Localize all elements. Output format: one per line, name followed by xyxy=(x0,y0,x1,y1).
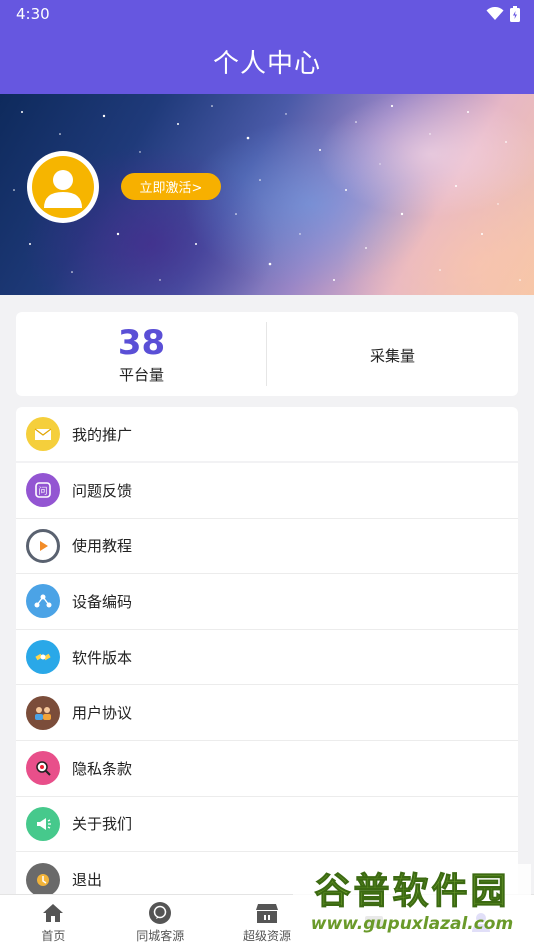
megaphone-icon xyxy=(26,806,60,841)
wifi-icon xyxy=(486,7,504,20)
menu-item-user-agreement[interactable]: 用户协议 xyxy=(16,685,518,741)
default-avatar-icon xyxy=(32,156,94,218)
header: 个人中心 xyxy=(0,28,534,94)
network-icon xyxy=(26,584,60,619)
menu-label: 问题反馈 xyxy=(72,481,133,500)
menu-item-privacy[interactable]: 隐私条款 xyxy=(16,741,518,797)
play-circle-icon xyxy=(26,528,60,563)
menu-item-tutorial[interactable]: 使用教程 xyxy=(16,519,518,575)
menu-item-promotion[interactable]: 我的推广 xyxy=(16,407,518,461)
watermark-title: 谷普软件园 xyxy=(314,871,510,913)
exit-icon xyxy=(26,862,60,897)
tab-home[interactable]: 首页 xyxy=(0,895,107,950)
menu-item-feedback[interactable]: 问 问题反馈 xyxy=(16,463,518,519)
profile-banner: 立即激活> xyxy=(0,94,534,295)
watermark-url: www.gupuxlazal.com xyxy=(310,914,514,934)
users-icon xyxy=(26,695,60,730)
magnifier-icon xyxy=(26,751,60,786)
stat-collect-label: 采集量 xyxy=(369,346,415,365)
question-icon: 问 xyxy=(26,473,60,508)
tab-label: 同城客源 xyxy=(136,929,185,943)
menu-label: 隐私条款 xyxy=(72,759,133,778)
stat-platform[interactable]: 38 平台量 xyxy=(16,312,267,396)
menu-label: 关于我们 xyxy=(72,815,133,834)
battery-icon xyxy=(510,6,520,22)
menu-label: 设备编码 xyxy=(72,592,133,611)
tab-local-clients[interactable]: 同城客源 xyxy=(107,895,214,950)
satellite-icon xyxy=(26,640,60,675)
svg-text:问: 问 xyxy=(38,485,47,497)
mail-box-icon xyxy=(26,417,60,451)
menu-item-version[interactable]: 软件版本 xyxy=(16,630,518,686)
tab-label: 首页 xyxy=(41,929,66,943)
store-icon xyxy=(255,901,279,925)
menu-label: 用户协议 xyxy=(72,704,133,723)
stats-card: 38 平台量 采集量 xyxy=(16,312,518,396)
tab-label: 超级资源 xyxy=(242,929,291,943)
menu-item-device-code[interactable]: 设备编码 xyxy=(16,574,518,630)
status-time: 4:30 xyxy=(16,5,50,23)
status-bar: 4:30 xyxy=(0,0,534,28)
avatar[interactable] xyxy=(27,151,99,223)
stat-platform-label: 平台量 xyxy=(118,365,164,384)
menu-list: 问 问题反馈 使用教程 设备编码 软件版本 用户协议 隐私条款 关于我们 退出 xyxy=(16,463,518,908)
menu-item-about[interactable]: 关于我们 xyxy=(16,797,518,853)
stat-platform-value: 38 xyxy=(117,322,166,363)
menu-label: 我的推广 xyxy=(72,425,133,444)
page-title: 个人中心 xyxy=(212,48,321,79)
site-watermark: 谷普软件园 www.gupuxlazal.com xyxy=(293,864,531,942)
menu-label: 退出 xyxy=(72,871,103,890)
stats-divider xyxy=(266,322,267,386)
stat-collect[interactable]: 采集量 xyxy=(267,312,518,396)
menu-label: 软件版本 xyxy=(72,648,133,667)
menu-label: 使用教程 xyxy=(72,537,133,556)
activate-button[interactable]: 立即激活> xyxy=(121,173,221,200)
chat-icon xyxy=(148,901,172,925)
home-icon xyxy=(41,901,65,925)
